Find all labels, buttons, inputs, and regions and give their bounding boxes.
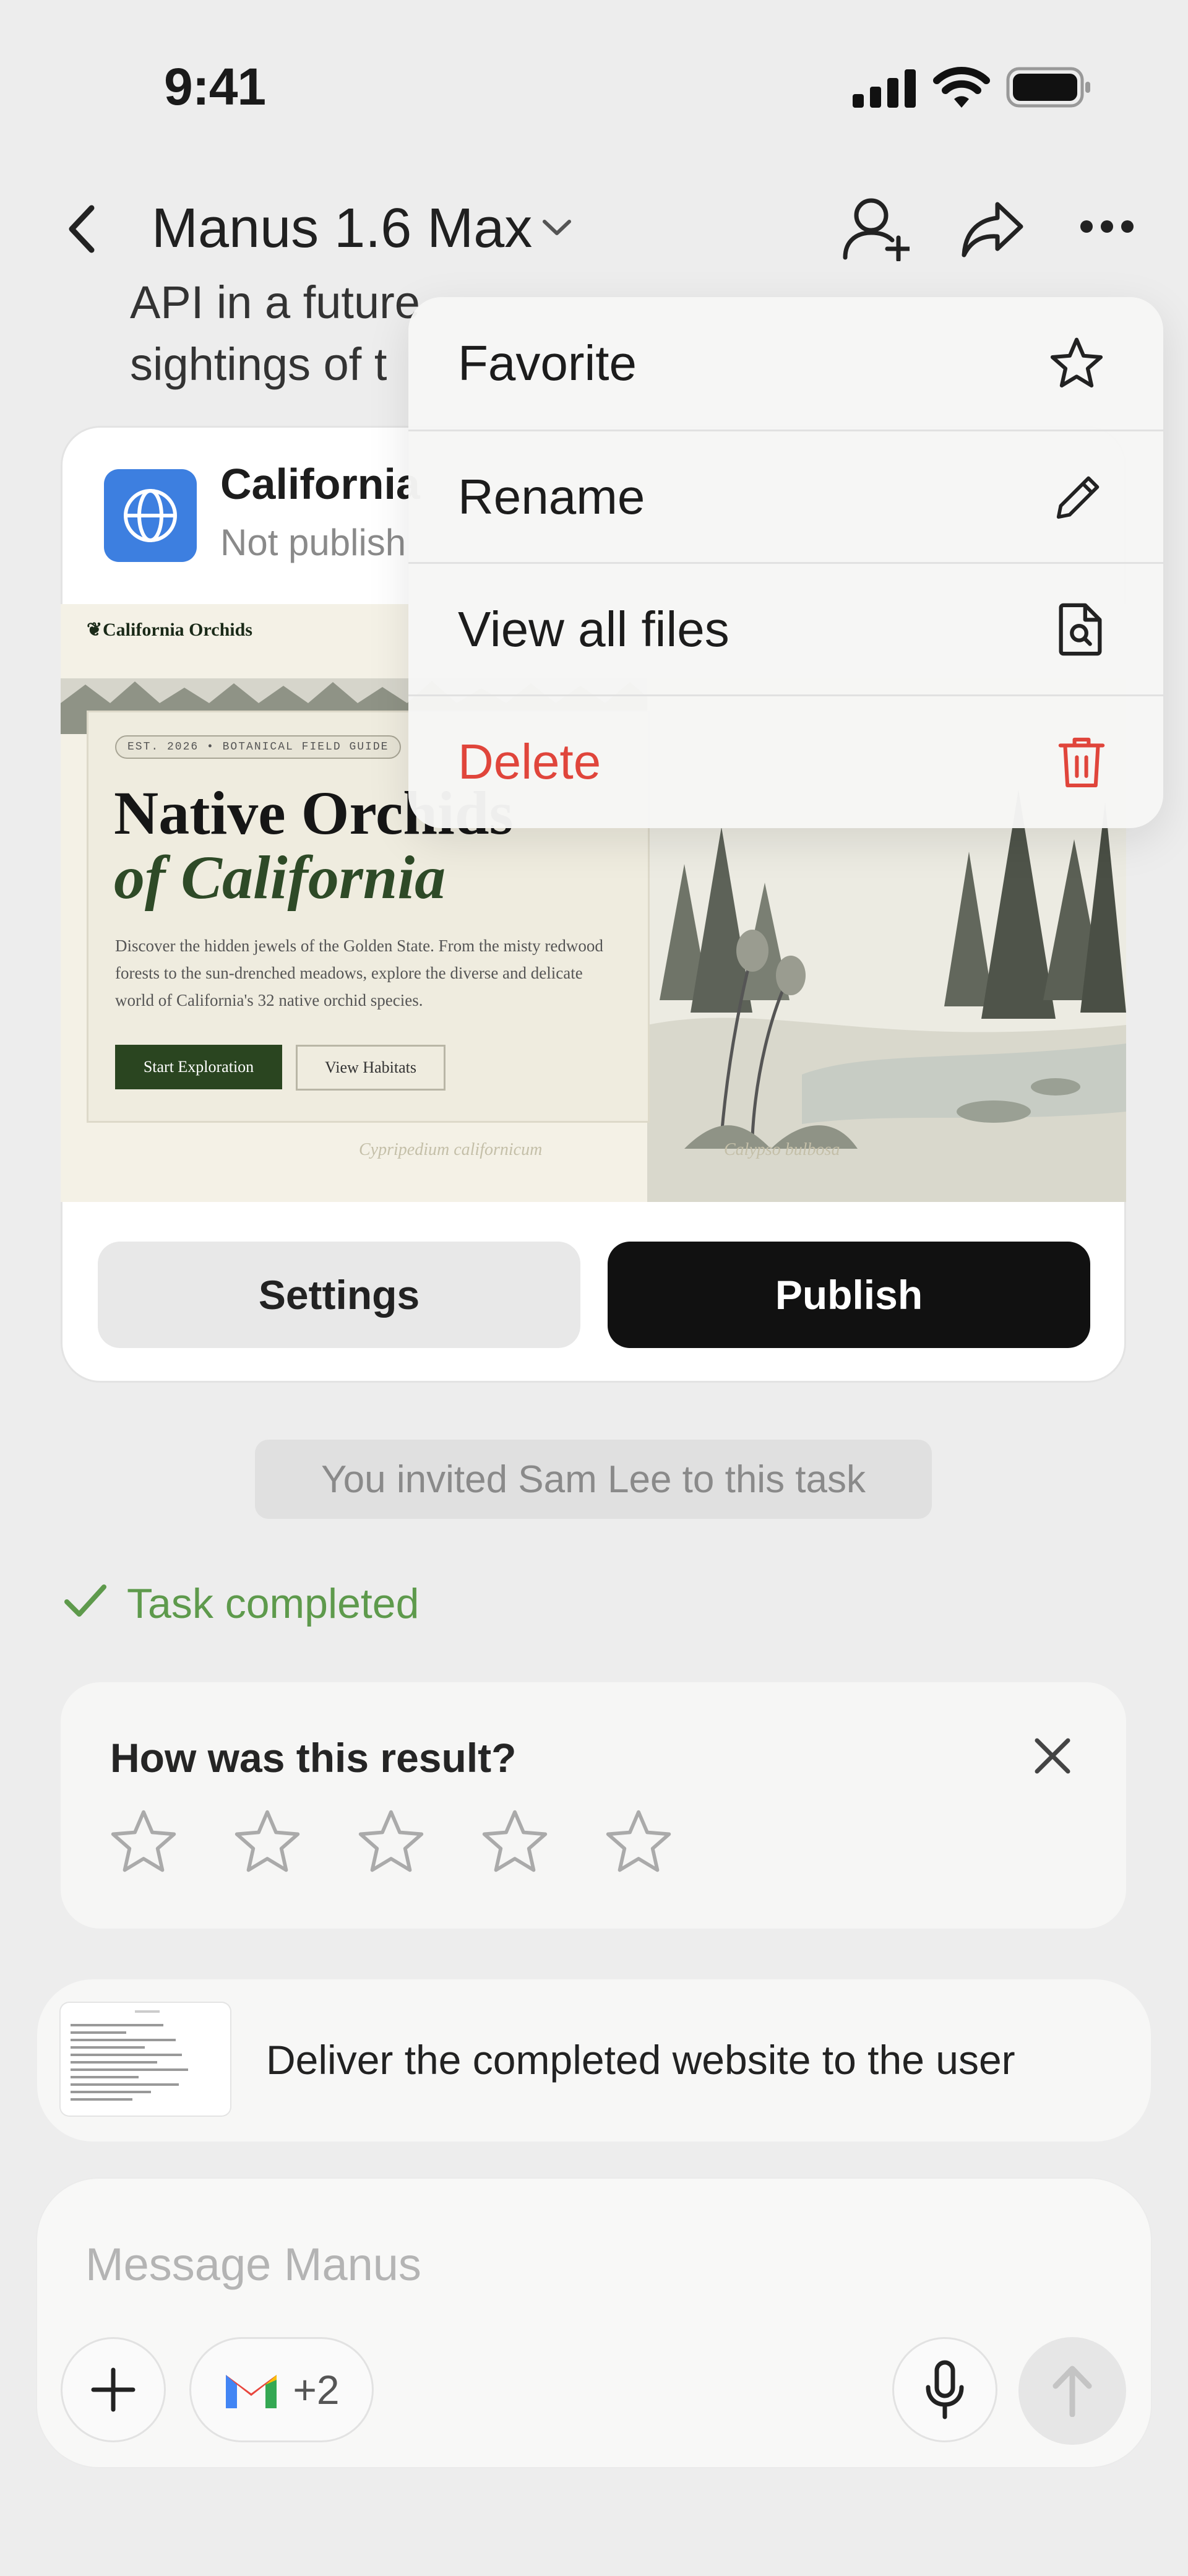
star-rating-3[interactable]	[355, 1807, 427, 1877]
add-attachment-button[interactable]	[61, 2337, 166, 2442]
star-rating-4[interactable]	[479, 1807, 551, 1877]
status-time: 9:41	[164, 58, 266, 116]
invite-notice: You invited Sam Lee to this task	[255, 1440, 932, 1519]
website-icon	[104, 469, 197, 562]
publish-button[interactable]: Publish	[608, 1242, 1090, 1348]
menu-item-label: Delete	[458, 733, 601, 789]
task-options-menu: Favorite Rename View all files Delete	[408, 297, 1163, 828]
task-step-text: Deliver the completed website to the use…	[266, 2037, 1015, 2083]
more-options-button[interactable]	[1079, 219, 1135, 234]
chevron-down-icon[interactable]	[541, 217, 573, 238]
model-title[interactable]: Manus 1.6 Max	[152, 197, 532, 261]
microphone-icon	[926, 2360, 964, 2419]
website-title: California	[220, 460, 420, 508]
menu-item-label: View all files	[458, 601, 730, 657]
publish-status: Not publish	[220, 522, 407, 563]
battery-icon	[1006, 67, 1091, 108]
rating-card	[61, 1682, 1126, 1929]
connectors-count: +2	[293, 2367, 340, 2413]
star-rating-2[interactable]	[231, 1807, 303, 1877]
gmail-icon	[226, 2375, 277, 2408]
preview-badge: EST. 2026 • BOTANICAL FIELD GUIDE	[115, 735, 402, 759]
star-rating-5[interactable]	[603, 1807, 674, 1877]
menu-item-label: Rename	[458, 469, 645, 524]
connectors-button[interactable]: +2	[189, 2337, 374, 2442]
plus-icon	[91, 2367, 136, 2412]
chat-message-line: API in a future	[130, 277, 420, 328]
pencil-icon	[1056, 476, 1100, 519]
star-icon	[1050, 337, 1103, 388]
menu-item-label: Favorite	[458, 335, 637, 391]
rating-question: How was this result?	[110, 1735, 517, 1781]
preview-brand-text: California Orchids	[103, 620, 252, 640]
code-thumbnail	[61, 2003, 230, 2116]
share-button[interactable]	[960, 199, 1025, 259]
menu-item-delete[interactable]: Delete	[408, 694, 1163, 827]
preview-caption: Cypripedium californicum	[359, 1140, 543, 1159]
trash-icon	[1058, 737, 1105, 787]
signal-icon	[853, 69, 917, 108]
preview-habitats-button: View Habitats	[296, 1045, 446, 1091]
arrow-up-icon	[1052, 2366, 1092, 2417]
send-button[interactable]	[1018, 2337, 1126, 2445]
preview-brand: ❦California Orchids	[87, 619, 252, 641]
preview-heading-italic: of California	[114, 843, 446, 912]
chat-message-line: sightings of t	[130, 339, 387, 390]
add-user-button[interactable]	[842, 197, 910, 261]
preview-description: Discover the hidden jewels of the Golden…	[115, 936, 603, 1009]
menu-item-view-files[interactable]: View all files	[408, 562, 1163, 694]
file-search-icon	[1059, 603, 1102, 655]
task-status: Task completed	[127, 1580, 420, 1627]
message-input[interactable]: Message Manus	[85, 2238, 421, 2291]
voice-input-button[interactable]	[892, 2337, 997, 2442]
menu-item-favorite[interactable]: Favorite	[408, 297, 1163, 430]
wifi-icon	[933, 67, 990, 108]
check-icon	[63, 1582, 108, 1619]
close-rating-button[interactable]	[1032, 1735, 1073, 1776]
settings-button[interactable]: Settings	[98, 1242, 580, 1348]
star-rating-1[interactable]	[108, 1807, 179, 1877]
preview-caption: Calypso bulbosa	[724, 1140, 840, 1159]
preview-start-button: Start Exploration	[115, 1045, 282, 1089]
menu-item-rename[interactable]: Rename	[408, 430, 1163, 562]
leaf-icon: ❦	[87, 620, 103, 640]
back-button[interactable]	[64, 204, 101, 254]
